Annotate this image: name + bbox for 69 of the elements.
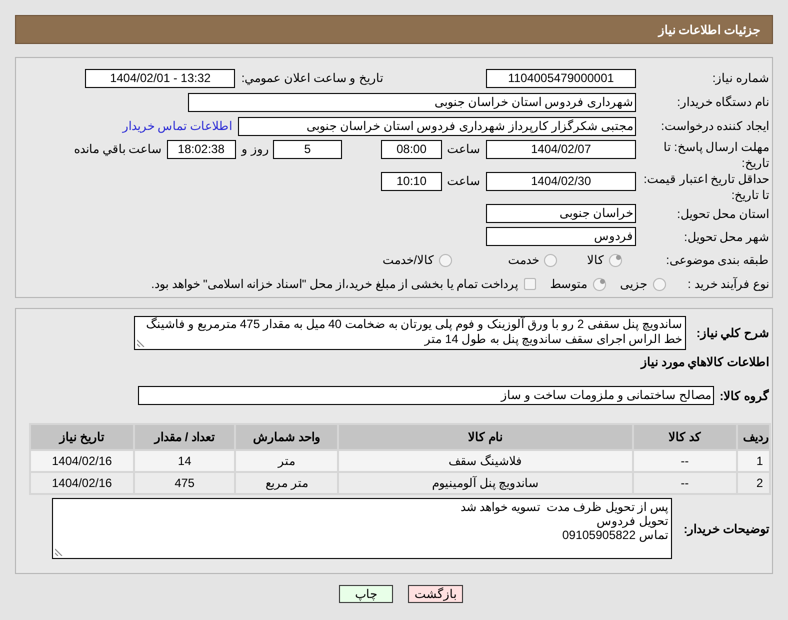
field-label: استان محل تحویل: [676,206,770,222]
field-label: ساعت [446,141,481,158]
table-cell: 14 [134,451,234,471]
option-label: جزیی [620,276,647,293]
field-label: تاریخ و ساعت اعلان عمومي: [241,70,383,87]
field-label: نوع فرآیند خرید : [686,276,770,292]
radio-button[interactable] [544,254,557,266]
text-field[interactable]: 10:10 [381,172,442,191]
table-cell: 1 [738,451,769,471]
text-field[interactable]: شهرداری فردوس استان خراسان جنوبی [188,92,636,112]
table-cell: -- [634,473,736,493]
option-label: متوسط [550,276,587,293]
field-label: شماره نیاز: [711,70,770,86]
field-label: ساعت [446,173,481,190]
field-label: روز و [242,141,269,158]
text-field[interactable]: 08:00 [381,140,442,159]
description-field[interactable]: ساندویچ پنل سقفی 2 رو با ورق آلوزینک و فوم پلی یورتان به ضخامت 40 میل به مقدار 475 مترمربع و فاشینگ خط الراس اجرای سقف ساندویچ پنل به طول 14 متر [134,316,686,350]
field-label: شهر محل تحویل: [682,228,770,244]
text-field[interactable]: مصالح ساختمانی و ملزومات ساخت و ساز [138,386,714,405]
field-label: توضیحات خریدار: [682,520,770,538]
table-cell: متر [236,451,338,471]
text-field[interactable]: خراسان جنوبی [486,204,636,223]
resize-grip-icon[interactable] [137,339,145,347]
text-field[interactable]: 1404/02/07 [486,140,636,159]
field-label: نام دستگاه خریدار: [676,94,770,110]
table-cell: 475 [134,473,234,493]
column-header: واحد شمارش [236,425,338,449]
column-header: کد کالا [634,425,736,449]
radio-button[interactable] [593,278,606,290]
table-cell: 2 [738,473,769,493]
column-header: ردیف [738,425,769,449]
table-cell: 1404/02/16 [31,451,133,471]
table-cell: -- [634,451,736,471]
contact-link[interactable]: اطلاعات تماس خریدار [122,117,232,135]
option-label: خدمت [508,252,539,269]
field-label: ایجاد کننده درخواست: [660,118,770,134]
back-button[interactable]: بازگشت [408,585,463,603]
field-label: مهلت ارسال پاسخ: تا تاریخ: [662,139,770,171]
section-heading: اطلاعات کالاهاي مورد نیاز [640,354,770,371]
text-field[interactable]: 1104005479000001 [486,68,636,88]
field-label: ساعت باقي مانده [74,141,162,158]
field-label: شرح کلي نیاز: [695,325,770,342]
table-cell: ساندویچ پنل آلومینیوم [339,473,632,493]
checkbox[interactable] [524,278,536,290]
text-field[interactable]: 5 [273,140,342,159]
table-cell: فلاشینگ سقف [339,451,632,471]
radio-button[interactable] [609,254,622,266]
field-label: حداقل تاریخ اعتبار قیمت: تا تاریخ: [642,171,770,203]
field-label: طبقه بندی موضوعی: [664,252,770,268]
text-field[interactable]: 1404/02/30 [486,172,636,191]
column-header: تعداد / مقدار [134,425,234,449]
text-field[interactable]: 1404/02/01 - 13:32 [85,68,236,88]
resize-grip-icon[interactable] [55,548,63,556]
column-header: تاریخ نیاز [31,425,133,449]
print-button[interactable]: چاپ [339,585,393,603]
radio-button[interactable] [439,254,452,266]
page-title: جزئیات اطلاعات نیاز [658,22,760,38]
text-field[interactable]: مجتبی شکرگزار کارپرداز شهرداری فردوس استان خراسان جنوبی [238,116,636,136]
column-header: نام کالا [339,425,632,449]
field-label: گروه کالا: [718,388,770,404]
option-label: کالا [587,252,604,269]
option-label: پرداخت تمام یا بخشی از مبلغ خرید،از محل "اسناد خزانه اسلامی" خواهد بود. [151,276,518,293]
radio-button[interactable] [653,278,666,290]
table-cell: 1404/02/16 [31,473,133,493]
countdown-field[interactable]: 18:02:38 [166,140,236,159]
text-field[interactable]: فردوس [486,227,636,246]
option-label: کالا/خدمت [382,252,434,269]
notes-field[interactable]: پس از تحویل ظرف مدت تسویه خواهد شد تحویل فردوس تماس 09105905822 [52,498,672,559]
table-cell: متر مربع [236,473,338,493]
